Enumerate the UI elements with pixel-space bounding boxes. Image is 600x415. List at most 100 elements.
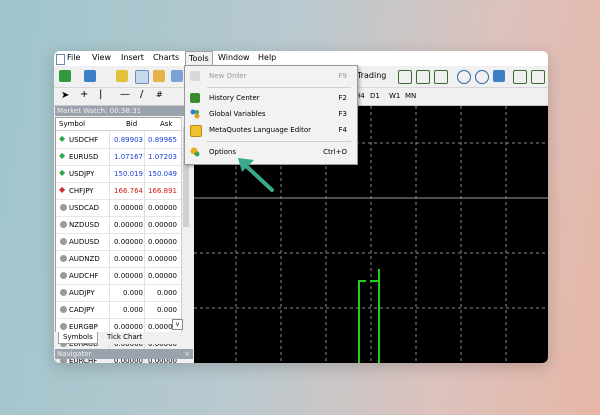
- column-divider: [109, 148, 110, 165]
- market-watch-row[interactable]: ◆ USDJPY 150.019 150.049: [56, 165, 181, 183]
- symbol-name: AUDNZD: [69, 255, 100, 263]
- column-divider: [144, 233, 145, 250]
- vertical-line-icon[interactable]: |: [99, 89, 102, 100]
- cursor-icon[interactable]: ➤: [61, 90, 69, 101]
- bar-chart-icon[interactable]: [398, 70, 412, 84]
- new-chart-icon[interactable]: [59, 70, 71, 82]
- column-bid[interactable]: Bid: [126, 120, 137, 128]
- market-watch-row[interactable]: CADJPY 0.000 0.000: [56, 301, 181, 319]
- ask-price: 150.049: [148, 170, 177, 178]
- tile-windows-icon[interactable]: [493, 70, 505, 82]
- market-watch-row[interactable]: ◆ USDCHF 0.89903 0.89965: [56, 131, 181, 149]
- market-watch-row[interactable]: AUDNZD 0.00000 0.00000: [56, 250, 181, 268]
- column-divider: [109, 233, 110, 250]
- menu-insert[interactable]: Insert: [121, 53, 144, 62]
- navigator-title-text: Navigator: [57, 350, 92, 358]
- tab-tick-chart[interactable]: Tick Chart: [103, 332, 146, 343]
- market-watch-row[interactable]: AUDUSD 0.00000 0.00000: [56, 233, 181, 251]
- history-center-icon: [190, 93, 200, 103]
- timeframe-d1[interactable]: D1: [370, 92, 380, 100]
- column-divider: [144, 199, 145, 216]
- document-icon: [56, 54, 65, 65]
- bid-price: 0.00000: [114, 272, 143, 280]
- market-watch-row[interactable]: NZDUSD 0.00000 0.00000: [56, 216, 181, 234]
- bid-price: 0.00000: [114, 323, 143, 331]
- bid-price: 0.00000: [114, 255, 143, 263]
- ask-price: 0.89965: [148, 136, 177, 144]
- column-divider: [144, 250, 145, 267]
- column-ask[interactable]: Ask: [160, 120, 173, 128]
- menu-window[interactable]: Window: [218, 53, 250, 62]
- annotation-arrow: [238, 158, 274, 192]
- crosshair-icon[interactable]: +: [80, 89, 88, 100]
- market-watch-icon[interactable]: [116, 70, 128, 82]
- menu-item-metaquotes-language-editor[interactable]: MetaQuotes Language Editor F4: [185, 122, 357, 138]
- column-divider: [144, 301, 145, 318]
- column-divider: [109, 182, 110, 199]
- fibonacci-icon[interactable]: #: [156, 90, 163, 99]
- market-watch-row[interactable]: AUDCHF 0.00000 0.00000: [56, 267, 181, 285]
- inactive-symbol-icon: [60, 204, 67, 211]
- metatrader-window: File View Insert Charts Tools Window Hel…: [54, 51, 548, 363]
- price-up-icon: ◆: [59, 168, 66, 177]
- menu-item-new-order[interactable]: New Order F9: [185, 68, 357, 84]
- column-divider: [144, 284, 145, 301]
- line-chart-icon[interactable]: [434, 70, 448, 84]
- horizontal-line-icon[interactable]: —: [120, 89, 130, 100]
- column-symbol[interactable]: Symbol: [59, 120, 85, 128]
- timeframe-mn[interactable]: MN: [405, 92, 416, 100]
- bid-price: 0.00000: [114, 221, 143, 229]
- close-icon[interactable]: ×: [184, 349, 190, 359]
- market-watch-header: Symbol Bid Ask: [56, 118, 181, 131]
- timeframe-w1[interactable]: W1: [389, 92, 400, 100]
- navigator-icon[interactable]: [153, 70, 165, 82]
- menu-separator: [207, 141, 351, 142]
- column-divider: [109, 301, 110, 318]
- column-divider: [109, 284, 110, 301]
- bid-price: 150.019: [114, 170, 143, 178]
- symbol-name: EURGBP: [69, 323, 98, 331]
- candlesticks-icon[interactable]: [416, 70, 430, 84]
- candle: [358, 269, 380, 363]
- profiles-icon[interactable]: [84, 70, 96, 82]
- menu-item-global-variables[interactable]: Global Variables F3: [185, 106, 357, 122]
- chart-shift-icon[interactable]: [513, 70, 527, 84]
- symbol-name: AUDJPY: [69, 289, 95, 297]
- column-divider: [109, 199, 110, 216]
- global-variables-icon: [190, 109, 200, 119]
- zoom-in-icon[interactable]: [457, 70, 471, 84]
- zoom-out-icon[interactable]: [475, 70, 489, 84]
- autotrading-button[interactable]: Trading: [357, 71, 386, 80]
- symbol-name: CADJPY: [69, 306, 95, 314]
- menu-charts[interactable]: Charts: [153, 53, 179, 62]
- autoscroll-icon[interactable]: [531, 70, 545, 84]
- bid-price: 0.000: [122, 289, 143, 297]
- symbol-name: USDCAD: [69, 204, 100, 212]
- navigator-title: Navigator ×: [55, 349, 193, 359]
- ask-price: 0.000: [156, 289, 177, 297]
- terminal-icon[interactable]: [171, 70, 183, 82]
- inactive-symbol-icon: [60, 272, 67, 279]
- menu-help[interactable]: Help: [258, 53, 276, 62]
- menu-item-history-center[interactable]: History Center F2: [185, 90, 357, 106]
- menu-file[interactable]: File: [67, 53, 80, 62]
- market-watch-row[interactable]: AUDJPY 0.000 0.000: [56, 284, 181, 302]
- column-divider: [144, 131, 145, 148]
- menu-view[interactable]: View: [92, 53, 111, 62]
- trendline-icon[interactable]: /: [140, 89, 143, 100]
- tab-symbols[interactable]: Symbols: [58, 332, 98, 344]
- column-divider: [109, 216, 110, 233]
- bid-price: 1.07167: [114, 153, 143, 161]
- data-window-icon[interactable]: [135, 70, 149, 84]
- ask-price: 0.00000: [148, 255, 177, 263]
- menu-tools[interactable]: Tools: [185, 51, 213, 66]
- ask-price: 0.00000: [148, 204, 177, 212]
- market-watch-row[interactable]: ◆ CHFJPY 166.764 166.891: [56, 182, 181, 200]
- column-divider: [109, 131, 110, 148]
- market-watch-row[interactable]: USDCAD 0.00000 0.00000: [56, 199, 181, 217]
- symbol-name: AUDUSD: [69, 238, 100, 246]
- ask-price: 0.00000: [148, 272, 177, 280]
- chevron-down-icon[interactable]: v: [172, 319, 183, 330]
- market-watch-row[interactable]: ◆ EURUSD 1.07167 1.07203: [56, 148, 181, 166]
- price-up-icon: ◆: [59, 151, 66, 160]
